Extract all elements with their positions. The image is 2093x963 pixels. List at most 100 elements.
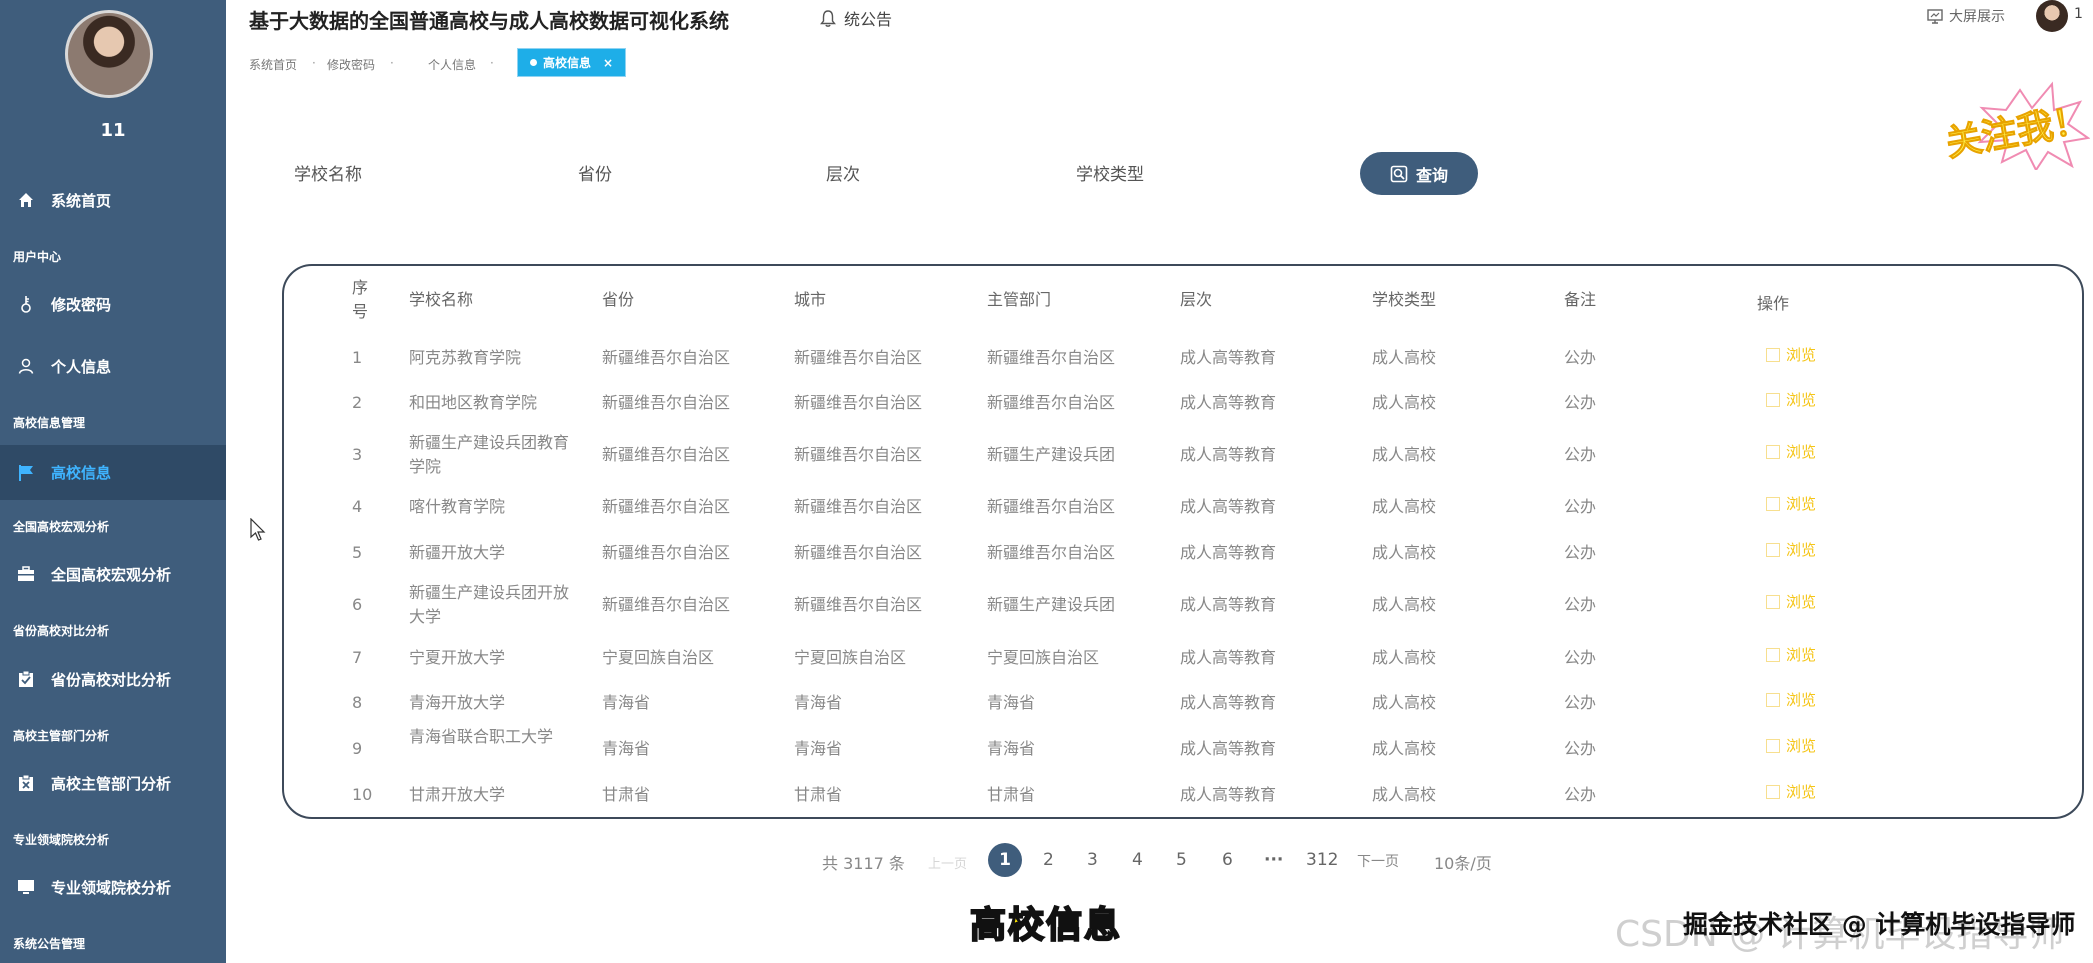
browse-button[interactable]: 浏览	[1766, 781, 1816, 802]
table-cell-school-name: 新疆生产建设兵团开放大学	[409, 583, 570, 626]
breadcrumb-change-password[interactable]: 修改密码	[327, 56, 375, 73]
table-cell-index: 8	[352, 693, 363, 712]
table-cell-index: 10	[352, 785, 373, 804]
table-cell-index: 5	[352, 543, 363, 562]
sidebar-item-field-analysis[interactable]: 专业领域院校分析	[0, 862, 226, 912]
table-cell-note: 公办	[1564, 497, 1597, 516]
view-icon	[1766, 738, 1780, 753]
browse-button[interactable]: 浏览	[1766, 591, 1816, 612]
pagination-page[interactable]: 5	[1176, 850, 1187, 870]
bigscreen-label: 大屏展示	[1949, 9, 2005, 25]
nav-group-department-analysis: 高校主管部门分析	[13, 729, 110, 743]
table-cell-note: 公办	[1564, 393, 1597, 412]
pagination-page[interactable]: 6	[1222, 850, 1233, 870]
browse-label: 浏览	[1786, 391, 1817, 409]
table-cell-city: 新疆维吾尔自治区	[794, 543, 923, 562]
nav-group-school-management: 高校信息管理	[13, 416, 86, 430]
table-cell-province: 新疆维吾尔自治区	[602, 348, 731, 367]
table-cell-school-name: 宁夏开放大学	[409, 648, 506, 667]
mouse-cursor-icon	[250, 518, 266, 541]
table-cell-department: 新疆维吾尔自治区	[987, 497, 1116, 516]
browse-button[interactable]: 浏览	[1766, 644, 1816, 665]
top-username[interactable]: 1	[2074, 6, 2083, 22]
system-notice-link[interactable]: 统公告	[820, 6, 892, 30]
sidebar: 11 系统首页 用户中心 修改密码 个人信息 高校信息管理 高校信息 全国高校宏…	[0, 0, 226, 963]
pagination-page-size[interactable]: 10条/页	[1434, 850, 1492, 874]
monitor-icon	[17, 878, 35, 896]
pagination-page[interactable]: 3	[1087, 850, 1098, 870]
pagination-next[interactable]: 下一页	[1357, 851, 1399, 871]
breadcrumb-home[interactable]: 系统首页	[249, 56, 297, 73]
table-cell-school-type: 成人高校	[1372, 393, 1437, 412]
breadcrumb-profile[interactable]: 个人信息	[428, 56, 476, 73]
table-cell-school-type: 成人高校	[1372, 739, 1437, 758]
pagination-prev[interactable]: 上一页	[928, 853, 967, 872]
browse-button[interactable]: 浏览	[1766, 735, 1816, 756]
search-button[interactable]: 查询	[1360, 152, 1478, 195]
table-header-col-level: 层次	[1180, 290, 1213, 309]
browse-button[interactable]: 浏览	[1766, 441, 1816, 462]
table-cell-school-type: 成人高校	[1372, 648, 1437, 667]
view-icon	[1766, 444, 1780, 459]
table-header-col-city: 城市	[794, 290, 827, 309]
nav-group-field-analysis: 专业领域院校分析	[13, 833, 110, 847]
sidebar-item-label: 高校主管部门分析	[51, 774, 172, 793]
search-label-province[interactable]: 省份	[578, 160, 612, 185]
browse-button[interactable]: 浏览	[1766, 389, 1816, 410]
sidebar-item-province-comparison[interactable]: 省份高校对比分析	[0, 654, 226, 704]
pagination-ellipsis[interactable]: ···	[1264, 850, 1283, 870]
table-cell-province: 新疆维吾尔自治区	[602, 445, 731, 464]
table-cell-index: 9	[352, 739, 363, 758]
browse-button[interactable]: 浏览	[1766, 344, 1816, 365]
breadcrumb-separator: ·	[312, 56, 316, 70]
search-label-school-type[interactable]: 学校类型	[1076, 160, 1144, 185]
view-icon	[1766, 647, 1780, 662]
juejin-watermark: 掘金技术社区 @ 计算机毕设指导师	[1683, 910, 2076, 939]
sidebar-item-home[interactable]: 系统首页	[0, 175, 226, 225]
sidebar-item-national-analysis[interactable]: 全国高校宏观分析	[0, 549, 226, 599]
table-cell-school-name: 新疆开放大学	[409, 543, 506, 562]
top-avatar[interactable]	[2036, 0, 2068, 32]
browse-button[interactable]: 浏览	[1766, 493, 1816, 514]
browse-button[interactable]: 浏览	[1766, 689, 1816, 710]
browse-button[interactable]: 浏览	[1766, 539, 1816, 560]
sidebar-item-profile[interactable]: 个人信息	[0, 341, 226, 391]
sidebar-item-change-password[interactable]: 修改密码	[0, 279, 226, 329]
table-cell-school-name: 新疆生产建设兵团教育学院	[409, 433, 570, 476]
nav-group-province-comparison: 省份高校对比分析	[13, 624, 110, 638]
user-icon	[17, 357, 35, 375]
system-notice-label: 统公告	[844, 10, 893, 29]
table-cell-department: 新疆维吾尔自治区	[987, 348, 1116, 367]
table-cell-department: 甘肃省	[987, 785, 1036, 804]
sidebar-item-school-info[interactable]: 高校信息	[0, 445, 226, 500]
table-cell-city: 甘肃省	[794, 785, 843, 804]
sidebar-item-label: 高校信息	[51, 464, 112, 482]
active-dot-icon	[530, 59, 537, 66]
table-cell-city: 新疆维吾尔自治区	[794, 445, 923, 464]
pagination-page[interactable]: 4	[1132, 850, 1143, 870]
app-root: 11 系统首页 用户中心 修改密码 个人信息 高校信息管理 高校信息 全国高校宏…	[0, 0, 2093, 963]
close-icon[interactable]: ×	[603, 56, 613, 70]
pagination-page-current[interactable]: 1	[988, 843, 1022, 877]
pagination-page-last[interactable]: 312	[1306, 850, 1338, 870]
avatar[interactable]	[65, 10, 153, 98]
table-cell-index: 7	[352, 648, 363, 667]
pagination-page[interactable]: 2	[1043, 850, 1054, 870]
table-header-col-note: 备注	[1564, 290, 1597, 309]
browse-label: 浏览	[1786, 593, 1817, 611]
table-cell-note: 公办	[1564, 739, 1597, 758]
table-cell-index: 2	[352, 393, 363, 412]
table-cell-school-type: 成人高校	[1372, 595, 1437, 614]
table-cell-index: 4	[352, 497, 363, 516]
table-cell-department: 青海省	[987, 693, 1036, 712]
sidebar-item-label: 修改密码	[51, 295, 112, 314]
tab-school-info[interactable]: 高校信息 ×	[517, 48, 627, 77]
sidebar-item-department-analysis[interactable]: 高校主管部门分析	[0, 758, 226, 808]
bigscreen-link[interactable]: 大屏展示	[1927, 6, 2005, 26]
table-cell-school-name: 阿克苏教育学院	[409, 348, 522, 367]
search-label-school-name[interactable]: 学校名称	[294, 160, 362, 185]
search-label-level[interactable]: 层次	[826, 160, 860, 185]
table-cell-school-name: 和田地区教育学院	[409, 393, 538, 412]
table-cell-city: 新疆维吾尔自治区	[794, 348, 923, 367]
tab-label: 高校信息	[543, 56, 592, 70]
